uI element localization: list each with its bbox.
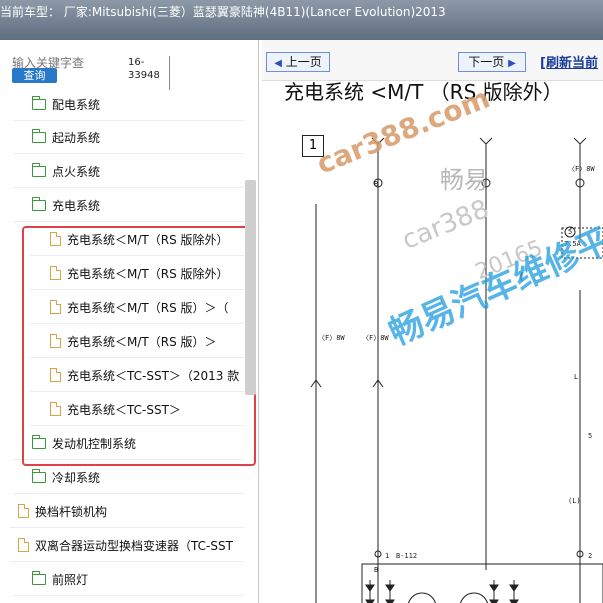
wire-color-l-paren: (L) — [568, 497, 581, 505]
wire-label-f8w-b: 〈F〉8W — [318, 334, 345, 342]
folder-icon — [32, 196, 46, 211]
file-icon — [18, 504, 29, 518]
selection-highlight-box — [22, 226, 256, 466]
tree-item-label: 换档杆锁机构 — [35, 504, 108, 519]
arrow-right-icon: ▶ — [508, 58, 516, 69]
tree-item-label: 充电系统 — [52, 198, 101, 213]
arrow-left-icon: ◀ — [274, 58, 282, 69]
tree-item-headlamp[interactable]: 前照灯 — [14, 563, 244, 596]
ground-b-label-2: B — [374, 566, 379, 574]
folder-icon — [32, 95, 46, 110]
wire-label-f8w-c: 〈F〉8W — [362, 334, 389, 342]
tree-item-tc-sst[interactable]: 双离合器运动型换档变速器（TC-SST — [10, 529, 244, 562]
folder-icon — [32, 162, 46, 177]
title-bar: 当前车型： 厂家:Mitsubishi(三菱）蓝瑟翼豪陆神(4B11)(Lanc… — [0, 0, 603, 40]
page-nav-bar: ◀ 上一页 下一页 ▶ [刷新当前 — [262, 40, 603, 81]
wire-label-f8w-a: 〈F〉8W — [568, 165, 595, 173]
watermark-brand-small: 畅易 — [440, 166, 488, 194]
prev-page-button[interactable]: ◀ 上一页 — [266, 52, 330, 72]
title-bar-text: 当前车型： 厂家:Mitsubishi(三菱）蓝瑟翼豪陆神(4B11)(Lanc… — [0, 5, 446, 19]
pin-five: 5 — [588, 432, 593, 440]
connector-id: B-112 — [396, 552, 418, 560]
pin-two: 2 — [588, 552, 593, 560]
wiring-diagram — [310, 137, 603, 603]
tree-item-label: 起动系统 — [52, 130, 101, 145]
tree-item-label: 双离合器运动型换档变速器（TC-SST — [35, 538, 233, 553]
tree-item-label: 配电系统 — [52, 97, 101, 112]
tree-item-label: 冷却系统 — [52, 470, 101, 485]
tree-item-label: 点火系统 — [52, 164, 101, 179]
next-page-button[interactable]: 下一页 ▶ — [458, 52, 526, 72]
pin-one: 1 — [385, 552, 390, 560]
code-text: 16- 33948 — [128, 57, 160, 81]
tree-item-label: 前照灯 — [52, 572, 89, 587]
tree-item-shift-lock[interactable]: 换档杆锁机构 — [10, 495, 244, 528]
sidebar-tree-panel: 输入关键字查 查询 16- 33948 配电系统 起动系统 点火系统 充电系统 … — [0, 40, 259, 603]
folder-icon — [32, 128, 46, 143]
folder-icon — [32, 570, 46, 585]
sidebar-scrollbar[interactable] — [245, 180, 256, 395]
next-page-label: 下一页 — [468, 55, 505, 69]
ground-b-label-1: B — [374, 180, 379, 188]
folder-icon — [32, 468, 46, 483]
tree-item-starting[interactable]: 起动系统 — [14, 121, 244, 154]
wire-color-l: L — [574, 373, 579, 381]
search-button[interactable]: 查询 — [12, 68, 57, 83]
file-icon — [18, 538, 29, 552]
tree-item-charging[interactable]: 充电系统 — [14, 189, 244, 222]
prev-page-label: 上一页 — [285, 55, 322, 69]
tree-item-ignition[interactable]: 点火系统 — [14, 155, 244, 188]
tree-item-distribution[interactable]: 配电系统 — [14, 88, 244, 121]
refresh-link[interactable]: [刷新当前 — [540, 52, 598, 71]
code-field: 16- 33948 — [128, 56, 170, 90]
